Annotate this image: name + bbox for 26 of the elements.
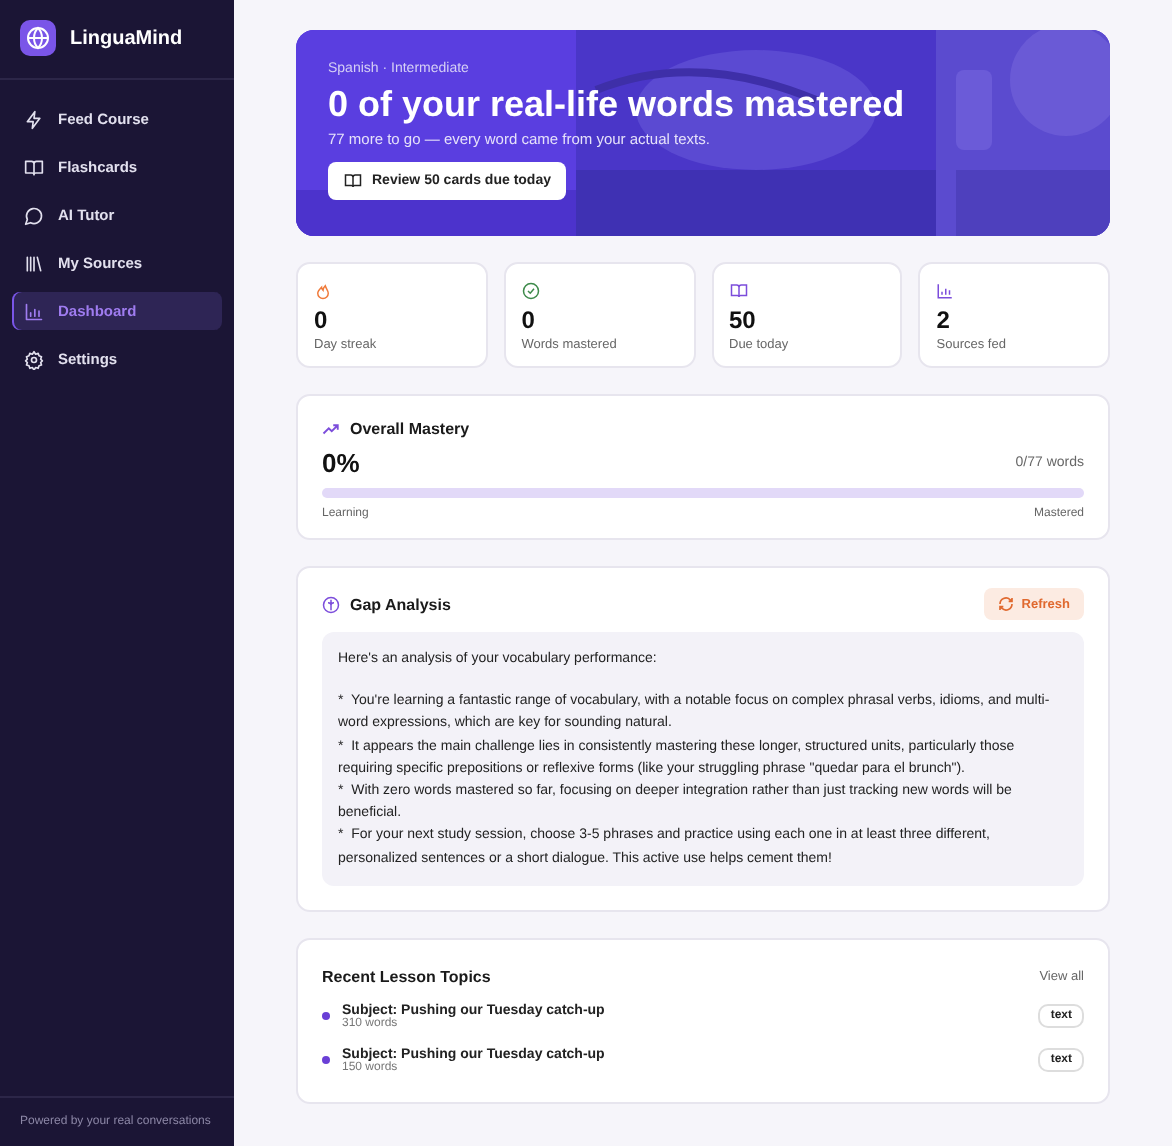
stat-value: 0: [521, 306, 535, 334]
hero-title: 0 of your real-life words mastered: [328, 84, 905, 126]
bar-chart-icon: [24, 301, 44, 321]
check-circle-icon: [521, 282, 540, 300]
bullet-dot: [322, 1012, 330, 1021]
stat-value: 2: [936, 306, 950, 334]
card-title: Recent Lesson Topics: [322, 967, 491, 986]
book-icon: [344, 172, 362, 190]
chat-bubble-icon: [24, 205, 44, 225]
globe-icon: [20, 20, 56, 56]
app-name: LinguaMind: [70, 27, 183, 49]
book-icon: [729, 282, 747, 300]
books-icon: [24, 253, 44, 273]
book-icon: [24, 157, 44, 177]
gear-icon: [24, 349, 44, 369]
stat-value: 50: [729, 306, 756, 334]
stat-value: 0: [314, 306, 328, 334]
card-title: Gap Analysis: [350, 595, 451, 613]
bar-chart-icon: [936, 282, 955, 300]
bullet-dot: [322, 1056, 330, 1065]
flame-icon: [314, 282, 332, 300]
trend-up-icon: [322, 420, 340, 438]
mastery-percent: 0%: [322, 448, 360, 478]
bolt-icon: [24, 109, 44, 129]
refresh-icon: [997, 596, 1014, 612]
card-title: Overall Mastery: [350, 420, 470, 438]
